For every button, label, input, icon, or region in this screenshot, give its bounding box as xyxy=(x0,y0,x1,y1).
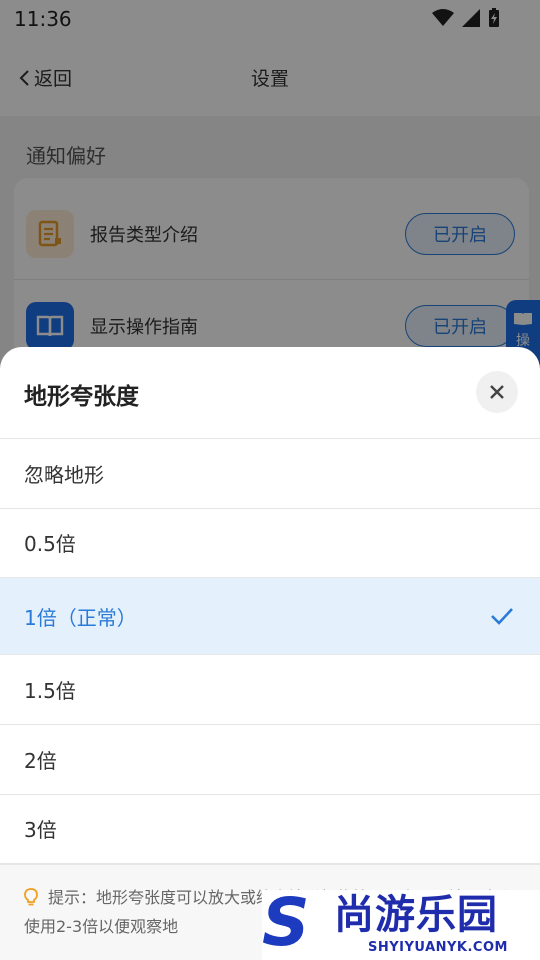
watermark-brand: 尚游乐园 xyxy=(334,892,498,938)
watermark-mark: S xyxy=(262,884,310,960)
option-label: 3倍 xyxy=(24,818,57,842)
close-icon xyxy=(490,385,504,399)
sheet-title: 地形夸张度 xyxy=(24,384,139,410)
option-1x-normal[interactable]: 1倍（正常） xyxy=(0,578,540,655)
option-1-5x[interactable]: 1.5倍 xyxy=(0,655,540,725)
option-label: 1.5倍 xyxy=(24,679,76,703)
watermark-domain: SHYIYUANYK.COM xyxy=(368,940,508,955)
terrain-exaggeration-sheet: 地形夸张度 忽略地形 0.5倍 1倍（正常） 1.5倍 2倍 3倍 提示：地形夸… xyxy=(0,347,540,960)
close-button[interactable] xyxy=(476,371,518,413)
option-0-5x[interactable]: 0.5倍 xyxy=(0,508,540,578)
lightbulb-icon xyxy=(24,888,38,906)
option-label: 0.5倍 xyxy=(24,532,76,556)
option-ignore-terrain[interactable]: 忽略地形 xyxy=(0,439,540,509)
option-3x[interactable]: 3倍 xyxy=(0,794,540,864)
option-label: 2倍 xyxy=(24,749,57,773)
option-label: 1倍（正常） xyxy=(24,605,137,630)
option-label: 忽略地形 xyxy=(24,463,104,487)
option-2x[interactable]: 2倍 xyxy=(0,725,540,795)
watermark-logo: S 尚游乐园 SHYIYUANYK.COM xyxy=(262,884,540,960)
sheet-header: 地形夸张度 xyxy=(0,347,540,439)
checkmark-icon xyxy=(491,608,513,625)
